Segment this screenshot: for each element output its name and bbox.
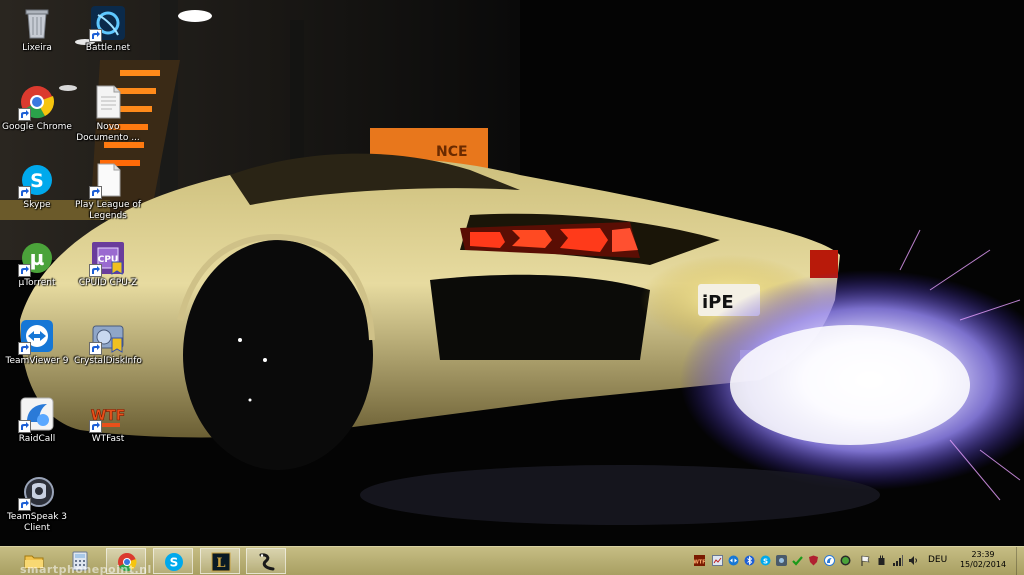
watermark-text: smartphonepoint.nl xyxy=(20,563,152,575)
desktop-icon-label: TeamViewer 9 xyxy=(5,356,69,366)
chrome-icon xyxy=(18,84,55,121)
shield-tray-icon[interactable] xyxy=(808,555,819,566)
desktop-icon-crystaldiskinfo[interactable]: CrystalDiskInfo xyxy=(71,318,145,367)
taskbar-skype-button[interactable]: S xyxy=(153,548,193,574)
recycle-bin-icon xyxy=(19,5,55,41)
app-tray-icon[interactable] xyxy=(776,555,787,566)
teamviewer-icon xyxy=(18,318,55,355)
svg-text:S: S xyxy=(170,556,179,570)
shortcut-arrow-icon xyxy=(18,342,31,355)
shortcut-arrow-icon xyxy=(18,264,31,277)
svg-text:L: L xyxy=(216,556,225,571)
desktop-icon-raidcall[interactable]: RaidCall xyxy=(0,396,74,445)
shortcut-arrow-icon xyxy=(89,29,102,42)
desktop-icon-label: Play League of Legends xyxy=(74,200,142,221)
desktop-icon-recycle-bin[interactable]: Lixeira xyxy=(0,5,74,54)
text-document-icon xyxy=(90,84,126,120)
svg-text:S: S xyxy=(30,170,44,192)
taskbar-league-button[interactable]: L xyxy=(200,548,240,574)
signal-bars-icon[interactable] xyxy=(892,555,903,566)
wallpaper-sign-text: NCE xyxy=(436,144,468,160)
desktop: NCE iPE Lixeira Battle.net Google Chrome… xyxy=(0,0,1024,575)
desktop-icon-label: CPUID CPU-Z xyxy=(78,278,138,288)
desktop-icon-label: CrystalDiskInfo xyxy=(74,356,142,366)
show-desktop-button[interactable] xyxy=(1016,547,1024,575)
shortcut-arrow-icon xyxy=(18,108,31,121)
crystaldiskinfo-icon xyxy=(89,318,126,355)
desktop-icon-skype[interactable]: S Skype xyxy=(0,162,74,211)
serpent-app-icon xyxy=(259,553,275,571)
desktop-icon-new-document[interactable]: Novo Documento ... xyxy=(71,84,145,144)
bluetooth-icon[interactable] xyxy=(744,555,755,566)
svg-text:µ: µ xyxy=(30,246,45,270)
desktop-icon-chrome[interactable]: Google Chrome xyxy=(0,84,74,133)
clock-time: 23:39 xyxy=(971,550,995,559)
svg-text:WTF: WTF xyxy=(694,560,705,566)
flag-icon[interactable] xyxy=(860,555,871,566)
taskbar-serpent-app-button[interactable] xyxy=(246,548,286,574)
desktop-icon-label: Lixeira xyxy=(22,43,52,53)
desktop-icon-label: TeamSpeak 3 Client xyxy=(6,512,68,533)
shortcut-arrow-icon xyxy=(89,420,102,433)
wtfast-icon: WTF xyxy=(89,396,126,433)
shortcut-arrow-icon xyxy=(18,186,31,199)
desktop-icon-play-league[interactable]: Play League of Legends xyxy=(71,162,145,222)
desktop-icon-utorrent[interactable]: µ µTorrent xyxy=(0,240,74,289)
desktop-icon-teamspeak[interactable]: TeamSpeak 3 Client xyxy=(0,474,74,534)
shortcut-arrow-icon xyxy=(89,186,102,199)
taskbar: S L smartphonepoint.nl WTF S DEU 23:39 1… xyxy=(0,546,1024,575)
desktop-icon-cpuz[interactable]: CPU CPUID CPU-Z xyxy=(71,240,145,289)
teamspeak-icon xyxy=(18,474,55,511)
desktop-icon-label: Skype xyxy=(23,200,51,210)
clock[interactable]: 23:39 15/02/2014 xyxy=(958,550,1008,570)
utorrent-icon: µ xyxy=(18,240,55,277)
utorrent-tray-icon[interactable] xyxy=(840,555,851,566)
desktop-icon-label: Google Chrome xyxy=(2,122,72,132)
raidcall-tray-icon[interactable] xyxy=(824,555,835,566)
league-of-legends-icon: L xyxy=(211,552,231,572)
battlenet-icon xyxy=(89,5,126,42)
network-monitor-icon[interactable] xyxy=(712,555,723,566)
svg-text:S: S xyxy=(763,558,768,566)
shortcut-arrow-icon xyxy=(89,264,102,277)
cpuz-icon: CPU xyxy=(89,240,126,277)
skype-icon: S xyxy=(165,553,183,571)
checkmark-tray-icon[interactable] xyxy=(792,555,803,566)
teamviewer-tray-icon[interactable] xyxy=(728,555,739,566)
language-indicator[interactable]: DEU xyxy=(928,555,947,565)
power-icon[interactable] xyxy=(876,555,887,566)
desktop-icon-label: Novo Documento ... xyxy=(76,122,140,143)
desktop-icon-battlenet[interactable]: Battle.net xyxy=(71,5,145,54)
raidcall-icon xyxy=(18,396,55,433)
desktop-icon-label: µTorrent xyxy=(18,278,56,288)
shortcut-arrow-icon xyxy=(18,498,31,511)
skype-icon: S xyxy=(18,162,55,199)
skype-tray-icon[interactable]: S xyxy=(760,555,771,566)
desktop-icon-label: Battle.net xyxy=(85,43,131,53)
volume-icon[interactable] xyxy=(908,555,919,566)
shortcut-arrow-icon xyxy=(18,420,31,433)
desktop-icon-label: RaidCall xyxy=(18,434,56,444)
league-document-icon xyxy=(89,162,126,199)
desktop-icon-wtfast[interactable]: WTF WTFast xyxy=(71,396,145,445)
wtfast-tray-icon[interactable]: WTF xyxy=(694,555,705,566)
clock-date: 15/02/2014 xyxy=(959,560,1007,569)
shortcut-arrow-icon xyxy=(89,342,102,355)
wallpaper-lamborghini: NCE iPE xyxy=(0,0,1024,546)
desktop-icon-label: WTFast xyxy=(91,434,125,444)
desktop-icon-teamviewer[interactable]: TeamViewer 9 xyxy=(0,318,74,367)
